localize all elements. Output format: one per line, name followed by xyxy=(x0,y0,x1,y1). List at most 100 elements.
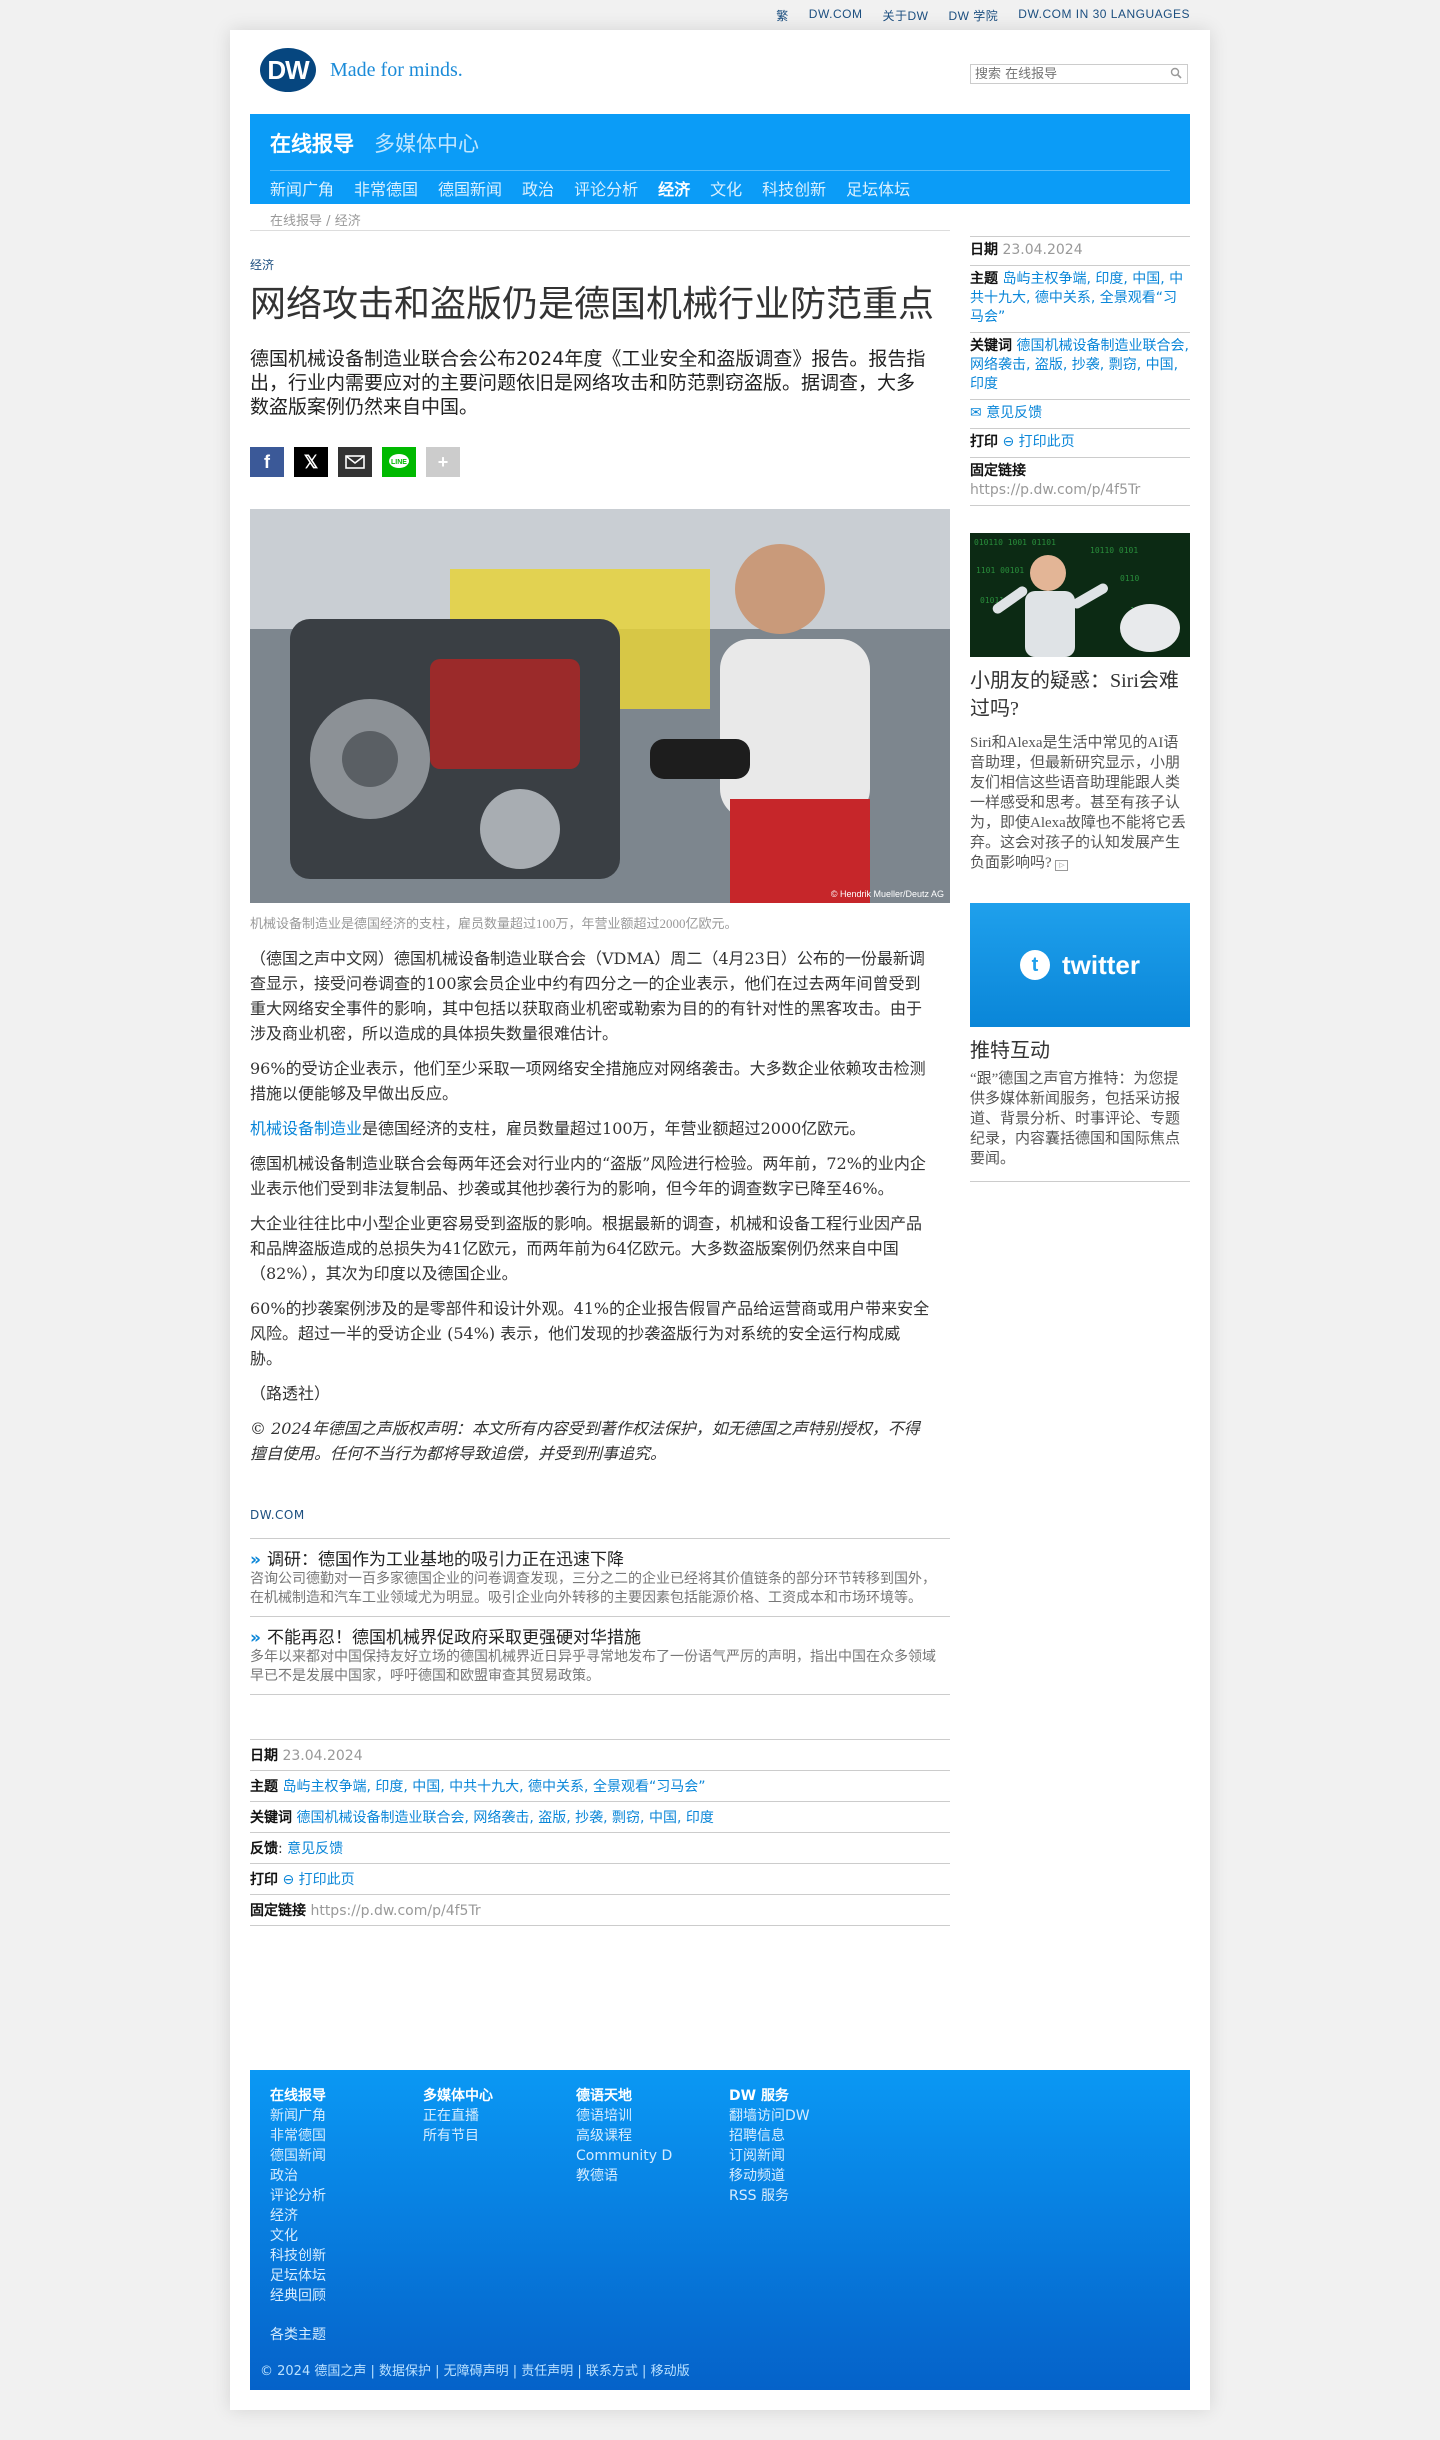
hero-image: © Hendrik Mueller/Deutz AG xyxy=(250,509,950,903)
twitter-title[interactable]: 推特互动 xyxy=(970,1037,1190,1065)
footer-link[interactable]: Community D xyxy=(576,2146,672,2166)
footer-heading[interactable]: 在线报导 xyxy=(270,2086,326,2106)
sidebar-print-label: 打印 xyxy=(970,434,998,450)
footer-link[interactable]: 高级课程 xyxy=(576,2126,672,2146)
search-icon[interactable] xyxy=(1170,67,1182,79)
image-caption: 机械设备制造业是德国经济的支柱，雇员数量超过100万，年营业额超过2000亿欧元… xyxy=(250,916,738,931)
feedback-link[interactable]: 意见反馈 xyxy=(287,1841,343,1857)
nav-item-politics[interactable]: 政治 xyxy=(522,176,554,200)
teaser-text-body: Siri和Alexa是生活中常见的AI语音助理，但最新研究显示，小朋友们相信这些… xyxy=(970,735,1186,871)
utility-link-languages[interactable]: DW.COM IN 30 LANGUAGES xyxy=(1018,7,1190,24)
footer-link[interactable]: 正在直播 xyxy=(423,2106,493,2126)
meta-permalink: 固定链接 https://p.dw.com/p/4f5Tr xyxy=(250,1895,950,1926)
footer-link[interactable]: 德语培训 xyxy=(576,2106,672,2126)
related-heading: DW.COM xyxy=(250,1508,305,1522)
nav-item-germany[interactable]: 非常德国 xyxy=(354,176,418,200)
paragraph-1: （德国之声中文网）德国机械设备制造业联合会（VDMA）周二（4月23日）公布的一… xyxy=(250,949,925,1043)
nav-item-sports[interactable]: 足坛体坛 xyxy=(846,176,910,200)
site-logo[interactable]: DW Made for minds. xyxy=(260,48,463,92)
related-title-text[interactable]: 调研：德国作为工业基地的吸引力正在迅速下降 xyxy=(267,1550,624,1570)
footer-topics-link[interactable]: 各类主题 xyxy=(270,2324,326,2344)
footer-link[interactable]: 经济 xyxy=(270,2206,326,2226)
related-title-text[interactable]: 不能再忍！德国机械界促政府采取更强硬对华措施 xyxy=(267,1628,641,1648)
video-icon[interactable]: ▷ xyxy=(1055,860,1069,871)
twitter-banner[interactable]: t twitter xyxy=(970,903,1190,1027)
nav-item-science[interactable]: 科技创新 xyxy=(762,176,826,200)
footer-link[interactable]: 文化 xyxy=(270,2226,326,2246)
utility-link-dwcom[interactable]: DW.COM xyxy=(809,7,863,24)
nav-item-commentary[interactable]: 评论分析 xyxy=(574,176,638,200)
sidebar-feedback: ✉ 意见反馈 xyxy=(970,400,1190,429)
twitter-wordmark: twitter xyxy=(1062,949,1140,980)
footer-link[interactable]: RSS 服务 xyxy=(729,2186,810,2206)
line-share-icon[interactable]: LINE xyxy=(382,447,416,477)
sidebar-permalink-value[interactable]: https://p.dw.com/p/4f5Tr xyxy=(970,482,1140,498)
footer-link[interactable]: 经典回顾 xyxy=(270,2286,326,2306)
teaser-image[interactable]: 010110 1001 01101 10110 0101 1101 00101 01… xyxy=(970,533,1190,657)
utility-link-about[interactable]: 关于DW xyxy=(882,7,928,24)
footer-link[interactable]: 所有节目 xyxy=(423,2126,493,2146)
site-footer: 在线报导 新闻广角 非常德国 德国新闻 政治 评论分析 经济 文化 科技创新 足… xyxy=(250,2070,1190,2390)
nav-divider xyxy=(270,170,1170,171)
paragraph-6: 60%的抄袭案例涉及的是零部件和设计外观。41%的企业报告假冒产品给运营商或用户… xyxy=(250,1299,930,1368)
search-box xyxy=(970,64,1188,84)
footer-link[interactable]: 非常德国 xyxy=(270,2126,326,2146)
nav-item-culture[interactable]: 文化 xyxy=(710,176,742,200)
footer-link[interactable]: 评论分析 xyxy=(270,2186,326,2206)
sidebar-feedback-link[interactable]: 意见反馈 xyxy=(986,405,1042,421)
utility-link-traditional[interactable]: 繁 xyxy=(776,7,789,24)
email-share-icon[interactable] xyxy=(338,447,372,477)
related-item[interactable]: » 调研：德国作为工业基地的吸引力正在迅速下降 咨询公司德勤对一百多家德国企业的问… xyxy=(250,1539,950,1617)
paragraph-source: （路透社） xyxy=(250,1384,331,1403)
nav-multimedia[interactable]: 多媒体中心 xyxy=(374,128,479,158)
footer-heading[interactable]: 多媒体中心 xyxy=(423,2086,493,2106)
footer-link[interactable]: 德国新闻 xyxy=(270,2146,326,2166)
breadcrumb: 在线报导 / 经济 xyxy=(270,210,361,229)
print-icon: ⊖ xyxy=(282,1872,295,1888)
footer-link[interactable]: 科技创新 xyxy=(270,2246,326,2266)
nav-item-economy[interactable]: 经济 xyxy=(658,176,690,200)
footer-link[interactable]: 招聘信息 xyxy=(729,2126,810,2146)
footer-link[interactable]: 教德语 xyxy=(576,2166,672,2186)
search-input[interactable] xyxy=(971,65,1164,83)
footer-link[interactable]: 移动频道 xyxy=(729,2166,810,2186)
article-lead: 德国机械设备制造业联合会公布2024年度《工业安全和盗版调查》报告。报告指出，行… xyxy=(250,348,926,418)
nav-item-news[interactable]: 新闻广角 xyxy=(270,176,334,200)
paragraph-4: 德国机械设备制造业联合会每两年还会对行业内的“盗版”风险进行检验。两年前，72%… xyxy=(250,1154,926,1198)
sidebar-topics-links[interactable]: 岛屿主权争端, 印度, 中国, 中共十九大, 德中关系, 全景观看“习马会” xyxy=(970,271,1183,325)
sidebar: 日期 23.04.2024 主题 岛屿主权争端, 印度, 中国, 中共十九大, … xyxy=(970,236,1190,1182)
facebook-share-icon[interactable]: f xyxy=(250,447,284,477)
footer-link[interactable]: 新闻广角 xyxy=(270,2106,326,2126)
footer-heading[interactable]: 德语天地 xyxy=(576,2086,672,2106)
nav-item-german-news[interactable]: 德国新闻 xyxy=(438,176,502,200)
breadcrumb-current[interactable]: 经济 xyxy=(335,214,361,229)
meta-keywords-links[interactable]: 德国机械设备制造业联合会, 网络袭击, 盗版, 抄袭, 剽窃, 中国, 印度 xyxy=(296,1810,713,1826)
footer-link[interactable]: 政治 xyxy=(270,2166,326,2186)
x-share-icon[interactable]: 𝕏 xyxy=(294,447,328,477)
more-share-icon[interactable]: + xyxy=(426,447,460,477)
nav-online-reports[interactable]: 在线报导 xyxy=(270,128,354,158)
article-kicker[interactable]: 经济 xyxy=(250,256,950,273)
print-link[interactable]: 打印此页 xyxy=(299,1872,355,1888)
permalink-value[interactable]: https://p.dw.com/p/4f5Tr xyxy=(310,1903,480,1919)
footer-link[interactable]: 翻墙访问DW xyxy=(729,2106,810,2126)
footer-heading[interactable]: DW 服务 xyxy=(729,2086,810,2106)
sidebar-print-link[interactable]: 打印此页 xyxy=(1019,434,1075,450)
top-utility-bar: 繁 DW.COM 关于DW DW 学院 DW.COM IN 30 LANGUAG… xyxy=(0,0,1440,30)
meta-topics-label: 主题 xyxy=(250,1779,278,1795)
copyright-notice: © 2024年德国之声版权声明：本文所有内容受到著作权法保护，如无德国之声特别授… xyxy=(250,1419,920,1463)
teaser-title[interactable]: 小朋友的疑惑：Siri会难过吗? xyxy=(970,667,1190,723)
footer-link[interactable]: 订阅新闻 xyxy=(729,2146,810,2166)
related-item[interactable]: » 不能再忍！德国机械界促政府采取更强硬对华措施 多年以来都对中国保持友好立场的德… xyxy=(250,1617,950,1695)
breadcrumb-root[interactable]: 在线报导 xyxy=(270,214,322,229)
inline-link-machinery[interactable]: 机械设备制造业 xyxy=(250,1119,362,1138)
footer-link[interactable]: 足坛体坛 xyxy=(270,2266,326,2286)
meta-topics-links[interactable]: 岛屿主权争端, 印度, 中国, 中共十九大, 德中关系, 全景观看“习马会” xyxy=(282,1779,705,1795)
twitter-t-icon: t xyxy=(1020,950,1050,980)
meta-feedback: 反馈: 意见反馈 xyxy=(250,1833,950,1864)
utility-link-academy[interactable]: DW 学院 xyxy=(948,7,998,24)
footer-col-online: 在线报导 新闻广角 非常德国 德国新闻 政治 评论分析 经济 文化 科技创新 足… xyxy=(270,2086,326,2306)
print-icon: ⊖ xyxy=(1002,434,1015,450)
image-credit: © Hendrik Mueller/Deutz AG xyxy=(830,889,944,899)
sidebar-topics: 主题 岛屿主权争端, 印度, 中国, 中共十九大, 德中关系, 全景观看“习马会… xyxy=(970,266,1190,333)
